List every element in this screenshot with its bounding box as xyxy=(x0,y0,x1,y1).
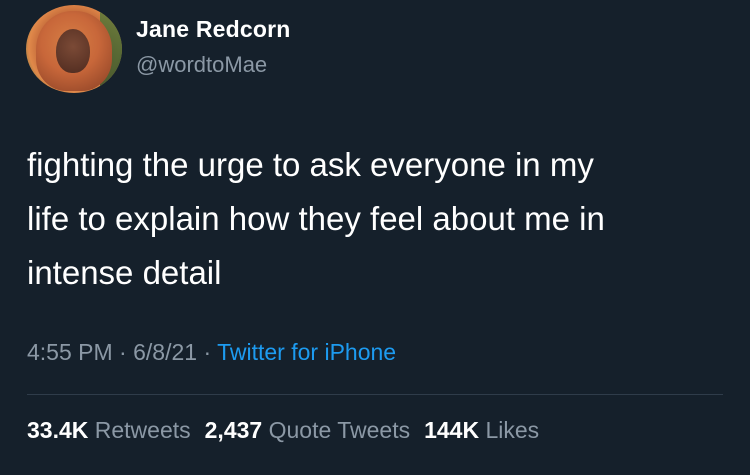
divider xyxy=(27,394,723,395)
meta-separator: · xyxy=(203,339,212,365)
retweets-label: Retweets xyxy=(94,417,191,443)
avatar[interactable] xyxy=(26,5,122,93)
tweet-date[interactable]: 6/8/21 xyxy=(133,339,197,365)
quote-tweets-label: Quote Tweets xyxy=(268,417,411,443)
likes-label: Likes xyxy=(485,417,540,443)
tweet-metadata: 4:55 PM · 6/8/21 · Twitter for iPhone xyxy=(27,339,396,366)
likes-stat[interactable]: 144K Likes xyxy=(424,417,539,443)
author-display-name[interactable]: Jane Redcorn xyxy=(136,16,291,43)
engagement-stats: 33.4K Retweets 2,437 Quote Tweets 144K Lik… xyxy=(27,417,539,444)
tweet-time[interactable]: 4:55 PM xyxy=(27,339,113,365)
retweets-stat[interactable]: 33.4K Retweets xyxy=(27,417,191,443)
quote-tweets-count: 2,437 xyxy=(204,417,263,443)
tweet-text-line: fighting the urge to ask everyone in my xyxy=(27,146,594,183)
avatar-face xyxy=(56,29,90,73)
retweets-count: 33.4K xyxy=(27,417,89,443)
quote-tweets-stat[interactable]: 2,437 Quote Tweets xyxy=(205,417,410,443)
tweet-text-line: life to explain how they feel about me i… xyxy=(27,200,605,237)
author-handle[interactable]: @wordtoMae xyxy=(136,52,267,78)
tweet-source-link[interactable]: Twitter for iPhone xyxy=(217,339,396,365)
tweet-text-line: intense detail xyxy=(27,254,222,291)
likes-count: 144K xyxy=(424,417,480,443)
tweet-card: Jane Redcorn @wordtoMae fighting the urg… xyxy=(0,0,750,475)
tweet-text: fighting the urge to ask everyone in my … xyxy=(27,138,717,300)
meta-separator: · xyxy=(119,339,127,365)
